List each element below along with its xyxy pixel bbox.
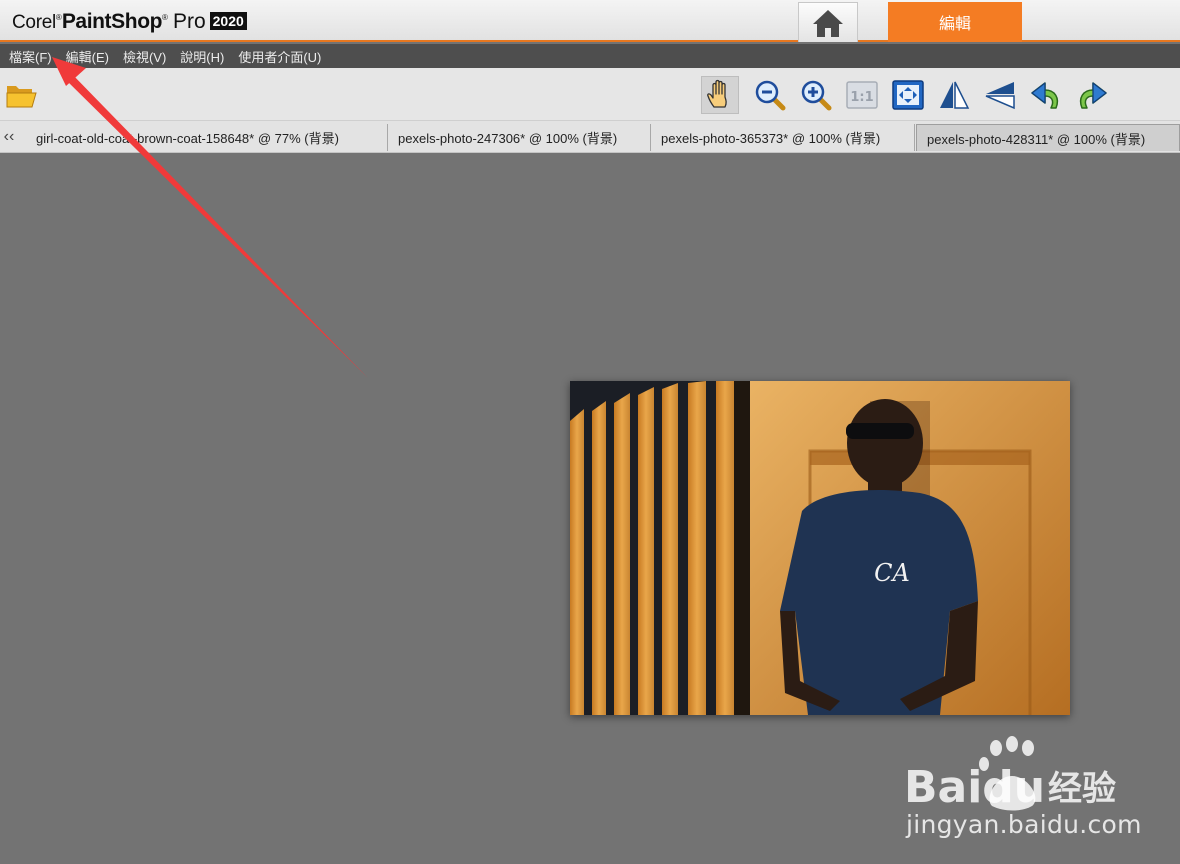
watermark-brand: Baidu — [904, 762, 1045, 812]
flip-icon — [940, 81, 970, 109]
zoom-out-icon — [755, 80, 786, 111]
shirt-text: CA — [874, 559, 910, 587]
doc-tab-4[interactable]: pexels-photo-428311* @ 100% (背景) — [916, 124, 1180, 151]
image-canvas[interactable]: CA — [570, 381, 1070, 715]
undo-icon — [1031, 82, 1059, 109]
photo-man-wooden-door: CA — [570, 381, 1070, 715]
watermark-url: jingyan.baidu.com — [906, 810, 1142, 839]
doc-tab-3[interactable]: pexels-photo-365373* @ 100% (背景) — [651, 124, 915, 151]
edit-workspace-tab[interactable]: 編輯 — [888, 2, 1022, 42]
redo-icon — [1079, 82, 1107, 109]
doc-tab-1[interactable]: girl-coat-old-coat-brown-coat-158648* @ … — [26, 124, 388, 151]
fit-window-icon — [892, 80, 924, 110]
actual-size-label: 1:1 — [850, 90, 873, 105]
fit-window-button[interactable] — [889, 76, 927, 114]
pan-tool-button[interactable] — [701, 76, 739, 114]
doc-tab-label: pexels-photo-428311* @ 100% (背景) — [927, 131, 1146, 147]
doc-tab-label: girl-coat-old-coat-brown-coat-158648* @ … — [36, 131, 339, 146]
watermark-brand-cn: 经验 — [1048, 769, 1116, 809]
app-logo: Corel ® PaintShop ® Pro 2020 — [12, 10, 247, 34]
menu-view[interactable]: 檢視(V) — [123, 47, 166, 66]
pan-hand-icon — [707, 79, 727, 108]
doc-tab-label: pexels-photo-365373* @ 100% (背景) — [661, 131, 881, 146]
flip-button[interactable] — [935, 76, 973, 114]
mirror-button[interactable] — [981, 76, 1019, 114]
zoom-in-button[interactable] — [797, 76, 835, 114]
paintshop-window: Corel ® PaintShop ® Pro 2020 編輯 檔案(F) 編輯(E… — [0, 0, 1180, 864]
zoom-out-button[interactable] — [751, 76, 789, 114]
actual-size-button[interactable]: 1:1 — [843, 76, 881, 114]
open-folder-icon — [6, 86, 37, 108]
actual-size-icon: 1:1 — [846, 81, 878, 109]
open-button[interactable] — [2, 76, 40, 114]
menu-edit[interactable]: 編輯(E) — [66, 47, 109, 66]
title-bar: Corel ® PaintShop ® Pro 2020 編輯 — [0, 0, 1180, 42]
chevron-left-icon: ‹‹ — [3, 127, 15, 145]
zoom-in-icon — [801, 80, 832, 111]
menu-file[interactable]: 檔案(F) — [9, 47, 52, 66]
doc-tab-2[interactable]: pexels-photo-247306* @ 100% (背景) — [388, 124, 651, 151]
brand-year: 2020 — [209, 12, 247, 30]
baidu-watermark: Baidu 经验 jingyan.baidu.com — [900, 736, 1170, 846]
home-tab-button[interactable] — [798, 2, 858, 42]
menu-bar: 檔案(F) 編輯(E) 檢視(V) 說明(H) 使用者介面(U) — [0, 44, 1180, 68]
doc-tab-label: pexels-photo-247306* @ 100% (背景) — [398, 131, 618, 146]
brand-corel: Corel — [12, 12, 56, 33]
redo-button[interactable] — [1073, 76, 1111, 114]
document-tab-bar: ‹‹ girl-coat-old-coat-brown-coat-158648*… — [0, 121, 1180, 153]
tab-scroll-left[interactable]: ‹‹ — [0, 121, 18, 152]
brand-paintshop: PaintShop — [61, 10, 163, 33]
baidu-logo: Baidu 经验 — [904, 736, 1116, 813]
toolbar: 1:1 — [0, 68, 1180, 121]
menu-user-interface[interactable]: 使用者介面(U) — [238, 47, 321, 66]
mirror-icon — [985, 82, 1015, 110]
home-icon — [813, 9, 843, 37]
menu-help[interactable]: 說明(H) — [180, 47, 224, 66]
undo-button[interactable] — [1027, 76, 1065, 114]
brand-pro: Pro — [172, 10, 206, 33]
